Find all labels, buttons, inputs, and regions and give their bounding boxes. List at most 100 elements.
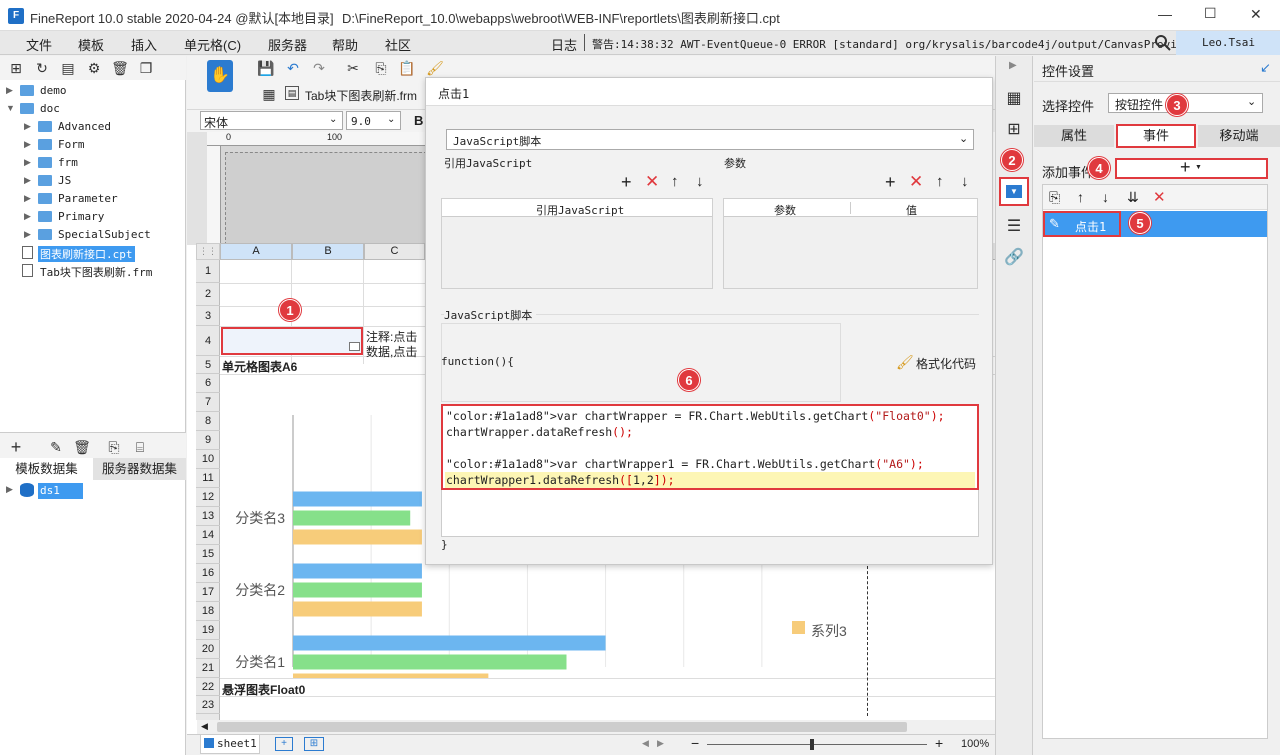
ref-js-table[interactable]: 引用JavaScript [441,198,713,289]
menu-cell[interactable]: 单元格(C) [184,35,241,54]
row-header[interactable]: 11 [196,469,220,488]
menu-help[interactable]: 帮助 [332,35,358,54]
expand-arrow-icon[interactable]: ▶ [24,229,31,240]
expand-arrow-icon[interactable]: ▶ [6,85,13,96]
add-sheet-icon[interactable]: + [275,737,293,751]
event-item-box[interactable]: ✎ 点击1 [1043,211,1121,237]
refresh-icon[interactable]: ↻ [32,58,52,78]
maximize-button[interactable]: ☐ [1204,5,1217,22]
zoom-out-icon[interactable]: − [691,735,699,751]
code-editor[interactable]: "color:#1a1ad8">var chartWrapper = FR.Ch… [441,404,979,490]
scroll-thumb[interactable] [217,722,907,732]
row-header[interactable]: 21 [196,659,220,678]
code-line[interactable]: "color:#1a1ad8">var chartWrapper = FR.Ch… [445,408,975,424]
row-header[interactable]: 5 [196,356,220,374]
row-header[interactable]: 23 [196,696,220,714]
paste-icon[interactable]: 📋 [397,58,417,78]
frm-tab-label[interactable]: Tab块下图表刷新.frm [305,87,417,104]
move-up-ref-js-icon[interactable]: ↑ [671,173,679,190]
row-header[interactable]: 16 [196,564,220,583]
row-header[interactable]: 18 [196,602,220,621]
menu-server[interactable]: 服务器 [268,35,307,54]
tab-server-dataset[interactable]: 服务器数据集 [93,458,186,480]
condition-icon[interactable]: ☰ [1004,216,1024,236]
col-header-c[interactable]: C [364,243,425,260]
grid-icon[interactable]: ▦ [259,84,279,104]
tree-item[interactable]: ▶ Form [0,136,186,154]
settings-icon[interactable]: ⚙ [84,58,104,78]
tree-item[interactable]: Tab块下图表刷新.frm [0,262,186,280]
menu-file[interactable]: 文件 [26,35,52,54]
format-brush-icon[interactable]: 🖌 [425,58,445,78]
tab-properties[interactable]: 属性 [1034,125,1114,147]
tab-mobile[interactable]: 移动端 [1198,125,1280,147]
row-header[interactable]: 3 [196,306,220,326]
bold-button[interactable]: B [414,113,423,128]
move-up-param-icon[interactable]: ↑ [936,173,944,190]
chevron-down-icon[interactable]: ▼ [6,103,15,113]
expand-arrow-icon[interactable]: ▶ [24,175,31,186]
hyperlink-icon[interactable]: 🔗 [1004,247,1024,267]
delete-event-icon[interactable]: ✕ [1153,188,1166,206]
prev-sheet-icon[interactable]: ◀ [642,738,649,749]
tree-item[interactable]: ▶ demo [0,82,186,100]
row-header[interactable]: 20 [196,640,220,659]
row-header[interactable]: 9 [196,431,220,450]
delete-ref-js-icon[interactable]: ✕ [645,172,659,192]
h-scrollbar[interactable]: ◀ [197,720,995,734]
log-label[interactable]: 日志 [551,35,577,54]
close-button[interactable]: ✕ [1250,6,1262,23]
cell-attr-icon[interactable]: ▦ [1004,88,1024,108]
row-header[interactable]: 22 [196,678,220,696]
expand-arrow-icon[interactable]: ▶ [24,121,31,132]
delete-param-icon[interactable]: ✕ [909,172,923,192]
zoom-slider[interactable] [707,744,927,745]
scroll-left-icon[interactable]: ◀ [201,721,208,732]
row-header[interactable]: 15 [196,545,220,564]
search-icon[interactable] [1154,34,1172,52]
tree-item[interactable]: ▶ JS [0,172,186,190]
move-down-ref-js-icon[interactable]: ↓ [696,173,704,190]
code-lines[interactable]: "color:#1a1ad8">var chartWrapper = FR.Ch… [445,408,975,488]
zoom-slider-handle[interactable] [810,739,814,750]
tree-item[interactable]: ▶ Advanced [0,118,186,136]
alert-message[interactable]: 警告:14:38:32 AWT-EventQueue-0 ERROR [stan… [592,36,1197,52]
row-header[interactable]: 4 [196,326,220,356]
edit-icon[interactable]: ✎ [46,437,66,457]
menu-template[interactable]: 模板 [78,35,104,54]
move-down-event-icon[interactable]: ↓ [1102,189,1109,205]
row-header[interactable]: 12 [196,488,220,507]
expand-arrow-icon[interactable]: ▶ [24,139,31,150]
tree-item[interactable]: ▶ Primary [0,208,186,226]
selected-cell-a4[interactable] [221,327,363,355]
params-table[interactable]: 参数 值 [723,198,978,289]
expand-arrow-icon[interactable]: ▶ [24,157,31,168]
sort-event-icon[interactable]: ⇊ [1127,189,1139,206]
save-icon[interactable]: 💾 [256,58,276,78]
delete-icon[interactable]: 🗑 [110,58,130,78]
collapse-icon[interactable]: ❐ [136,58,156,78]
row-header[interactable]: 7 [196,393,220,412]
menu-community[interactable]: 社区 [385,35,411,54]
delete-dataset-icon[interactable]: 🗑 [72,437,92,457]
col-header-a[interactable]: A [220,243,292,260]
tree-item[interactable]: ▼ doc [0,100,186,118]
row-header[interactable]: 17 [196,583,220,602]
cell-button-widget[interactable] [349,342,360,351]
sheet-tab[interactable]: sheet1 [200,735,260,754]
menu-insert[interactable]: 插入 [131,35,157,54]
row-header[interactable]: 19 [196,621,220,640]
preview-icon[interactable]: ⎘ [104,437,124,457]
add-poly-icon[interactable]: ⊞ [304,737,324,751]
row-header[interactable]: 13 [196,507,220,526]
js-type-select[interactable]: JavaScript脚本 ⌄ [446,129,974,150]
tree-item[interactable]: ▶ Parameter [0,190,186,208]
font-select[interactable]: 宋体 ⌄ [200,111,343,130]
collapse-panel-icon[interactable]: ▶ [1009,60,1017,71]
tab-template-dataset[interactable]: 模板数据集 [0,458,93,480]
properties-icon[interactable]: ▤ [58,58,78,78]
expand-arrow-icon[interactable]: ▶ [24,211,31,222]
add-dataset-icon[interactable]: + [6,437,26,457]
move-down-param-icon[interactable]: ↓ [961,173,969,190]
code-line[interactable]: "color:#1a1ad8">var chartWrapper1 = FR.C… [445,456,975,472]
